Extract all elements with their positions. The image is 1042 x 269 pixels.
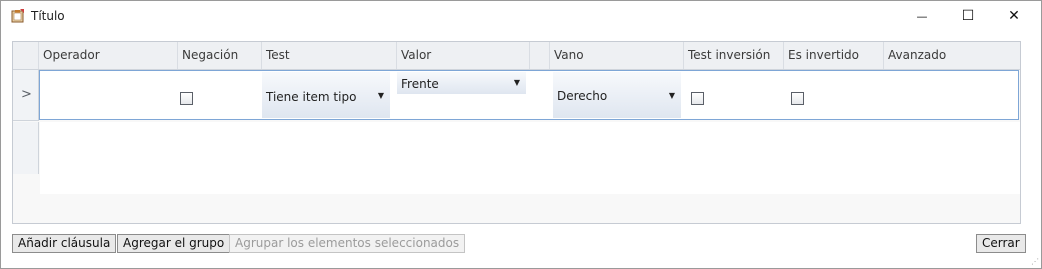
- row-selector-current[interactable]: >: [13, 70, 39, 121]
- test-combobox-value: Tiene item tipo: [266, 90, 357, 104]
- dialog-window: Título — ☐ ✕ Operador Negación Test Valo…: [0, 0, 1042, 269]
- maximize-button[interactable]: ☐: [945, 1, 991, 31]
- test-inversion-checkbox[interactable]: [691, 92, 704, 105]
- add-group-button[interactable]: Agregar el grupo: [117, 234, 231, 253]
- column-header-operador[interactable]: Operador: [39, 42, 178, 69]
- current-row-icon: >: [21, 87, 32, 102]
- column-header-test[interactable]: Test: [262, 42, 397, 69]
- table-row[interactable]: Tiene item tipo ▼ Frente ▼ Derecho ▼: [39, 70, 1019, 120]
- minimize-button[interactable]: —: [899, 1, 945, 31]
- grid-header: Operador Negación Test Valor Vano Test i…: [13, 42, 1020, 70]
- column-header-vano[interactable]: Vano: [550, 42, 684, 69]
- vano-combobox-value: Derecho: [557, 89, 608, 103]
- cell-avanzado[interactable]: [885, 71, 1018, 119]
- valor-combobox[interactable]: Frente ▼: [397, 72, 526, 94]
- header-row-selector: [13, 42, 39, 69]
- test-combobox[interactable]: Tiene item tipo ▼: [262, 72, 390, 118]
- chevron-down-icon: ▼: [377, 91, 384, 100]
- window-title: Título: [31, 9, 65, 23]
- close-button[interactable]: Cerrar: [976, 234, 1026, 253]
- valor-combobox-value: Frente: [401, 77, 439, 91]
- column-header-es-invertido[interactable]: Es invertido: [784, 42, 884, 69]
- negacion-checkbox[interactable]: [180, 92, 193, 105]
- column-header-avanzado[interactable]: Avanzado: [884, 42, 1020, 69]
- column-header-blank[interactable]: [530, 42, 550, 69]
- title-bar[interactable]: Título — ☐ ✕: [1, 1, 1041, 31]
- minimize-icon: —: [916, 9, 928, 23]
- chevron-down-icon: ▼: [668, 91, 675, 100]
- close-window-button[interactable]: ✕: [991, 1, 1037, 31]
- column-header-valor[interactable]: Valor: [397, 42, 530, 69]
- app-clipboard-icon: [11, 9, 24, 23]
- clauses-grid[interactable]: Operador Negación Test Valor Vano Test i…: [12, 41, 1021, 224]
- new-row-area[interactable]: [40, 122, 1020, 194]
- cell-operador[interactable]: [40, 71, 178, 119]
- group-selected-button[interactable]: Agrupar los elementos seleccionados: [229, 234, 466, 253]
- column-header-test-inversion[interactable]: Test inversión: [684, 42, 784, 69]
- vano-combobox[interactable]: Derecho ▼: [553, 72, 681, 118]
- close-icon: ✕: [1008, 8, 1020, 24]
- row-selector-new[interactable]: [13, 122, 39, 174]
- column-header-negacion[interactable]: Negación: [178, 42, 262, 69]
- chevron-down-icon: ▼: [513, 78, 520, 87]
- maximize-icon: ☐: [961, 8, 975, 24]
- add-clause-button[interactable]: Añadir cláusula: [12, 234, 117, 253]
- resize-grip-icon[interactable]: ⋰: [1031, 257, 1039, 266]
- es-invertido-checkbox[interactable]: [791, 92, 804, 105]
